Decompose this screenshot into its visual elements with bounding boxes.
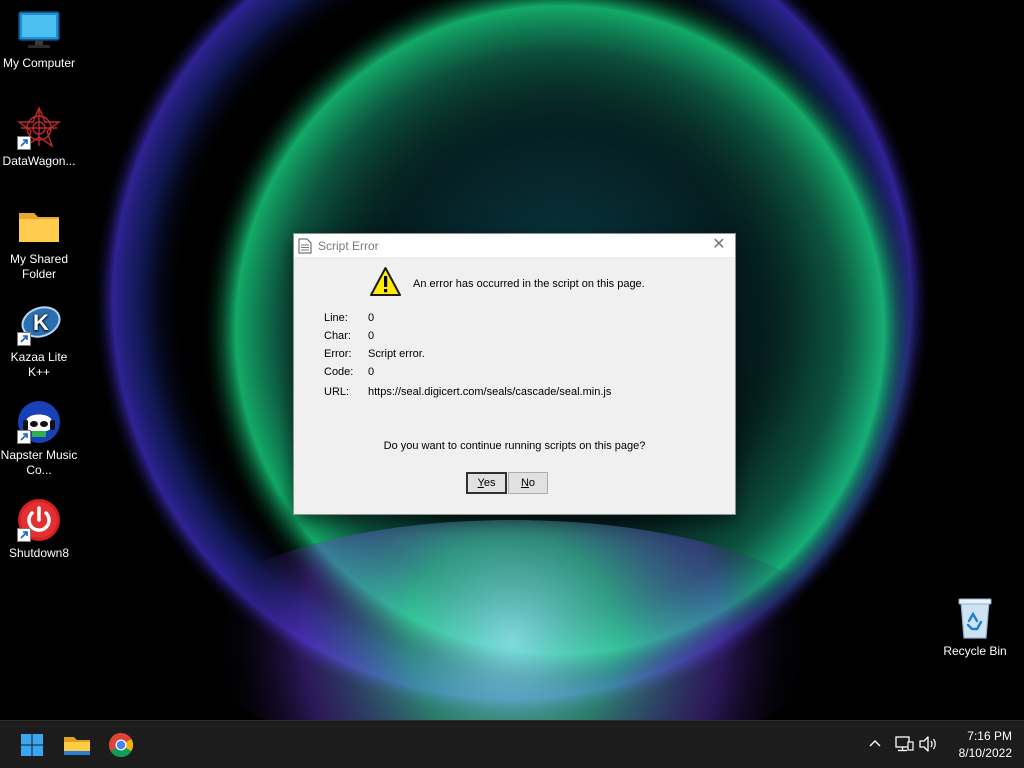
desktop-icon-kazaa[interactable]: K Kazaa Lite K++: [0, 302, 78, 380]
shortcut-arrow-icon: [17, 332, 31, 346]
desktop-icon-label: DataWagon...: [2, 154, 76, 168]
taskbar-chrome[interactable]: [105, 729, 137, 761]
detail-label-line: Line:: [324, 312, 348, 324]
warning-icon: [370, 267, 401, 296]
desktop-icon-label: My Computer: [2, 56, 76, 70]
detail-label-url: URL:: [324, 386, 350, 398]
no-mnemonic: N: [520, 477, 529, 489]
recycle-bin-icon: [958, 598, 992, 639]
taskbar: 7:16 PM 8/10/2022: [0, 720, 1024, 768]
desktop-icon-shutdown8[interactable]: Shutdown8: [0, 498, 78, 561]
yes-label-rest: es: [483, 477, 496, 489]
no-button[interactable]: No: [508, 472, 548, 494]
desktop-icon-datawagon[interactable]: DataWagon...: [0, 106, 78, 169]
chrome-icon: [108, 733, 134, 758]
script-error-dialog: Script Error ✕ An error has occurred in …: [293, 233, 736, 515]
detail-label-error: Error:: [324, 348, 352, 360]
desktop: My Computer DataWagon... My Shared Folde…: [0, 0, 1024, 768]
shortcut-arrow-icon: [17, 528, 31, 542]
desktop-icon-recycle-bin[interactable]: Recycle Bin: [936, 596, 1014, 659]
detail-label-char: Char:: [324, 330, 351, 342]
desktop-icon-my-shared-folder[interactable]: My Shared Folder: [0, 204, 78, 282]
detail-value-error: Script error.: [368, 348, 425, 360]
network-icon[interactable]: [894, 735, 914, 753]
taskbar-file-explorer[interactable]: [61, 729, 93, 761]
file-explorer-icon: [64, 737, 90, 755]
desktop-icon-my-computer[interactable]: My Computer: [0, 8, 78, 71]
volume-icon[interactable]: [918, 735, 938, 753]
desktop-icon-label: Kazaa Lite K++: [10, 350, 68, 379]
detail-value-code: 0: [368, 366, 375, 378]
error-message: An error has occurred in the script on t…: [413, 278, 645, 290]
chevron-up-icon[interactable]: [867, 735, 883, 751]
detail-value-url: https://seal.digicert.com/seals/cascade/…: [368, 386, 612, 398]
folder-icon: [19, 213, 59, 242]
desktop-icon-napster[interactable]: Napster Music Co...: [0, 400, 78, 478]
start-button[interactable]: [16, 729, 48, 761]
shortcut-arrow-icon: [17, 430, 31, 444]
detail-value-char: 0: [368, 330, 375, 342]
document-icon: [298, 238, 312, 254]
windows-start-icon: [21, 734, 43, 756]
desktop-icon-label: My Shared Folder: [9, 252, 69, 281]
desktop-icon-label: Napster Music Co...: [0, 448, 78, 477]
monitor-icon: [18, 11, 60, 48]
shortcut-arrow-icon: [17, 136, 31, 150]
desktop-icon-label: Recycle Bin: [943, 644, 1007, 658]
dialog-title: Script Error: [318, 239, 379, 253]
detail-label-code: Code:: [324, 366, 354, 378]
no-label-rest: o: [528, 477, 536, 489]
desktop-icon-label: Shutdown8: [8, 546, 70, 560]
close-button[interactable]: ✕: [703, 234, 735, 257]
clock-date[interactable]: 8/10/2022: [944, 746, 1012, 760]
dialog-titlebar[interactable]: Script Error ✕: [294, 234, 735, 257]
continue-question: Do you want to continue running scripts …: [383, 440, 646, 452]
clock-time[interactable]: 7:16 PM: [944, 729, 1012, 743]
svg-text:K: K: [33, 310, 49, 335]
yes-button[interactable]: Yes: [466, 472, 507, 494]
close-icon: ✕: [712, 236, 726, 253]
detail-value-line: 0: [368, 312, 375, 324]
